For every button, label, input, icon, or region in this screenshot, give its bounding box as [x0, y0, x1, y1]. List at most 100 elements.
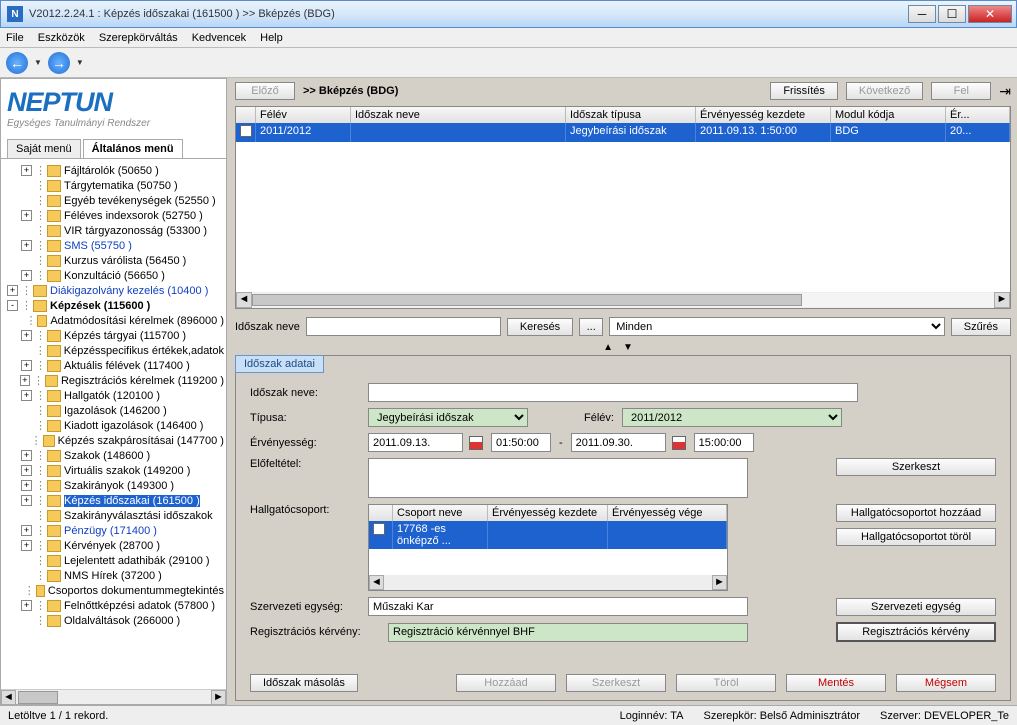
calendar-icon[interactable]: [672, 436, 686, 450]
expand-icon[interactable]: +: [21, 210, 32, 221]
expand-icon[interactable]: -: [7, 300, 18, 311]
grid-col-tipus[interactable]: Időszak típusa: [566, 107, 696, 123]
expand-icon[interactable]: +: [21, 270, 32, 281]
grid-scroll-thumb[interactable]: [252, 294, 802, 306]
up-button[interactable]: Fel: [931, 82, 991, 100]
tree-item[interactable]: +⋮Szakok (148600 ): [3, 448, 224, 463]
grid-col-end[interactable]: Ér...: [946, 107, 1010, 123]
tree-item[interactable]: +⋮SMS (55750 ): [3, 238, 224, 253]
refresh-button[interactable]: Frissítés: [770, 82, 838, 100]
tree-item[interactable]: +⋮Hallgatók (120100 ): [3, 388, 224, 403]
group-checkbox[interactable]: [373, 523, 385, 535]
nav-back-button[interactable]: ←: [6, 52, 28, 74]
menu-rolechange[interactable]: Szerepkörváltás: [99, 32, 178, 44]
close-button[interactable]: ✕: [968, 5, 1012, 23]
tree-item[interactable]: +⋮Felnőttképzési adatok (57800 ): [3, 598, 224, 613]
tree-hscroll[interactable]: ◄ ►: [1, 689, 226, 704]
tree-item[interactable]: ⋮Lejelentett adathibák (29100 ): [3, 553, 224, 568]
expand-icon[interactable]: +: [20, 375, 30, 386]
tree-item[interactable]: ⋮Egyéb tevékenységek (52550 ): [3, 193, 224, 208]
sg-scroll-left-icon[interactable]: ◄: [369, 575, 384, 590]
sg-scroll-right-icon[interactable]: ►: [712, 575, 727, 590]
pin-icon[interactable]: ⇥: [999, 83, 1011, 100]
date-to-input[interactable]: [571, 433, 666, 452]
nav-forward-button[interactable]: →: [48, 52, 70, 74]
next-button[interactable]: Következő: [846, 82, 923, 100]
precond-input[interactable]: [368, 458, 748, 498]
time-to-input[interactable]: [694, 433, 754, 452]
tree-item[interactable]: +⋮Féléves indexsorok (52750 ): [3, 208, 224, 223]
grid-hscroll[interactable]: ◄ ►: [236, 292, 1010, 308]
filter-select[interactable]: Minden: [609, 317, 945, 336]
nav-tree[interactable]: +⋮Fájltárolók (50650 )⋮Tárgytematika (50…: [1, 159, 226, 689]
search-input[interactable]: [306, 317, 501, 336]
menu-favorites[interactable]: Kedvencek: [192, 32, 246, 44]
tree-item[interactable]: +⋮Virtuális szakok (149200 ): [3, 463, 224, 478]
reg-button[interactable]: Regisztrációs kérvény: [836, 622, 996, 642]
grid-scroll-left-icon[interactable]: ◄: [236, 292, 252, 308]
group-grid[interactable]: Csoport neve Érvényesség kezdete Érvénye…: [368, 504, 728, 591]
menu-tools[interactable]: Eszközök: [38, 32, 85, 44]
search-button[interactable]: Keresés: [507, 318, 573, 336]
tree-item[interactable]: +⋮Diákigazolvány kezelés (10400 ): [3, 283, 224, 298]
reg-input[interactable]: [388, 623, 748, 642]
grid-col-felev[interactable]: Félév: [256, 107, 351, 123]
expand-icon[interactable]: +: [21, 495, 32, 506]
sg-col-name[interactable]: Csoport neve: [393, 505, 488, 521]
tree-item[interactable]: ⋮NMS Hírek (37200 ): [3, 568, 224, 583]
expand-icon[interactable]: +: [21, 600, 32, 611]
expand-icon[interactable]: +: [21, 390, 32, 401]
panel-tab[interactable]: Időszak adatai: [235, 355, 324, 373]
tree-item[interactable]: +⋮Aktuális félévek (117400 ): [3, 358, 224, 373]
grid-col-check[interactable]: [236, 107, 256, 123]
add-button[interactable]: Hozzáad: [456, 674, 556, 692]
tree-item[interactable]: ⋮Igazolások (146200 ): [3, 403, 224, 418]
tree-item[interactable]: +⋮Szakirányok (149300 ): [3, 478, 224, 493]
edit2-button[interactable]: Szerkeszt: [566, 674, 666, 692]
scroll-right-icon[interactable]: ►: [211, 690, 226, 705]
nav-fwd-dropdown[interactable]: ▼: [76, 58, 84, 67]
grid-scroll-right-icon[interactable]: ►: [994, 292, 1010, 308]
save-button[interactable]: Mentés: [786, 674, 886, 692]
menu-file[interactable]: File: [6, 32, 24, 44]
filter-button[interactable]: Szűrés: [951, 318, 1011, 336]
type-select[interactable]: Jegybeírási időszak: [368, 408, 528, 427]
expand-icon[interactable]: +: [21, 480, 32, 491]
expand-icon[interactable]: +: [21, 450, 32, 461]
tree-item[interactable]: +⋮Képzés időszakai (161500 ): [3, 493, 224, 508]
expand-icon[interactable]: +: [21, 465, 32, 476]
tree-item[interactable]: ⋮Kurzus várólista (56450 ): [3, 253, 224, 268]
delete-button[interactable]: Töröl: [676, 674, 776, 692]
sg-col-end[interactable]: Érvényesség vége: [608, 505, 727, 521]
main-grid[interactable]: Félév Időszak neve Időszak típusa Érvény…: [235, 106, 1011, 309]
scroll-thumb[interactable]: [18, 691, 58, 704]
group-row[interactable]: 17768 -es önképző ...: [369, 521, 727, 549]
grid-col-modul[interactable]: Modul kódja: [831, 107, 946, 123]
tree-item[interactable]: +⋮Képzés tárgyai (115700 ): [3, 328, 224, 343]
expand-icon[interactable]: +: [21, 540, 32, 551]
minimize-button[interactable]: ─: [908, 5, 936, 23]
search-more-button[interactable]: ...: [579, 318, 603, 336]
grid-col-kezdet[interactable]: Érvényesség kezdete: [696, 107, 831, 123]
date-from-input[interactable]: [368, 433, 463, 452]
edit-button[interactable]: Szerkeszt: [836, 458, 996, 476]
tree-item[interactable]: +⋮Kérvények (28700 ): [3, 538, 224, 553]
del-group-button[interactable]: Hallgatócsoportot töröl: [836, 528, 996, 546]
tree-item[interactable]: ⋮Képzés szakpárosításai (147700 ): [3, 433, 224, 448]
splitter-handle[interactable]: ▲▼: [235, 342, 1011, 353]
tree-item[interactable]: ⋮Kiadott igazolások (146400 ): [3, 418, 224, 433]
tree-item[interactable]: +⋮Regisztrációs kérelmek (119200 ): [3, 373, 224, 388]
nav-back-dropdown[interactable]: ▼: [34, 58, 42, 67]
add-group-button[interactable]: Hallgatócsoportot hozzáad: [836, 504, 996, 522]
tree-item[interactable]: -⋮Képzések (115600 ): [3, 298, 224, 313]
maximize-button[interactable]: ☐: [938, 5, 966, 23]
expand-icon[interactable]: +: [21, 330, 32, 341]
tree-item[interactable]: +⋮Pénzügy (171400 ): [3, 523, 224, 538]
org-input[interactable]: [368, 597, 748, 616]
tree-item[interactable]: ⋮Tárgytematika (50750 ): [3, 178, 224, 193]
expand-icon[interactable]: +: [7, 285, 18, 296]
name-input[interactable]: [368, 383, 858, 402]
sg-col-check[interactable]: [369, 505, 393, 521]
expand-icon[interactable]: +: [21, 360, 32, 371]
expand-icon[interactable]: +: [21, 240, 32, 251]
